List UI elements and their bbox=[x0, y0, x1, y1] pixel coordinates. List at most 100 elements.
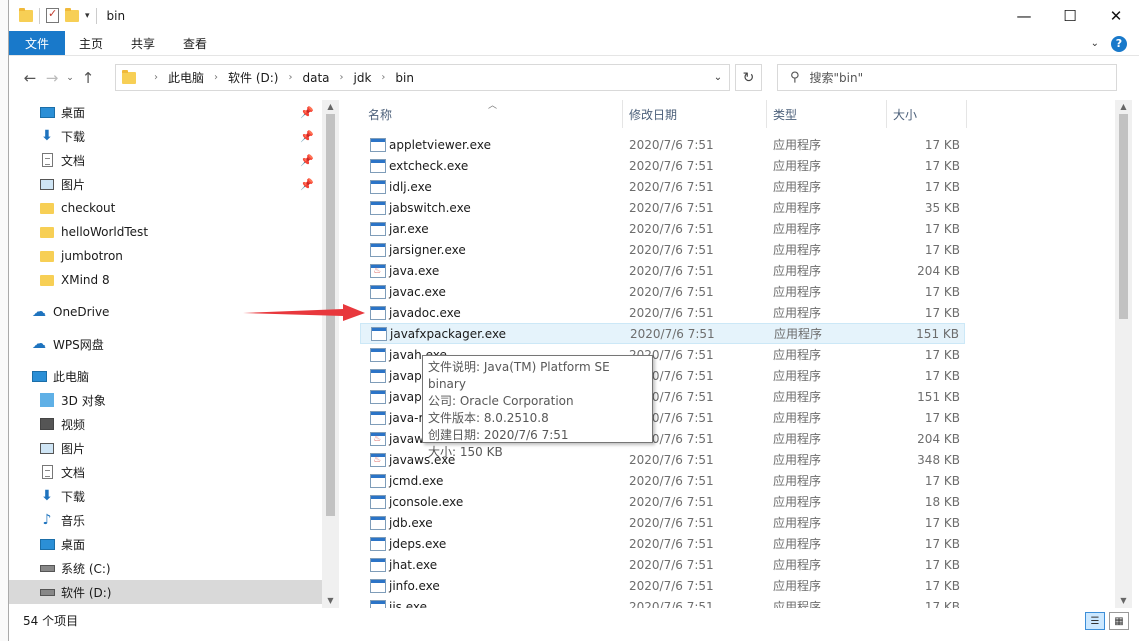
file-type: 应用程序 bbox=[773, 348, 822, 362]
executable-icon bbox=[370, 578, 386, 593]
download-icon: ⬇ bbox=[41, 488, 53, 504]
file-date: 2020/7/6 7:51 bbox=[629, 179, 714, 194]
sidebar-item-music[interactable]: ♪ 音乐 bbox=[9, 508, 322, 532]
sidebar-item-downloads[interactable]: ⬇ 下载 📌 bbox=[9, 124, 322, 148]
file-row[interactable]: jhat.exe 2020/7/6 7:51 应用程序 17 KB bbox=[360, 554, 965, 575]
address-dropdown-icon[interactable]: ⌄ bbox=[707, 65, 729, 90]
column-header-date[interactable]: 修改日期 bbox=[629, 100, 677, 128]
sidebar-item-3d-objects[interactable]: 3D 对象 bbox=[9, 388, 322, 412]
file-date: 2020/7/6 7:51 bbox=[629, 536, 714, 551]
sidebar-item-xmind[interactable]: XMind 8 bbox=[9, 268, 322, 292]
tab-file[interactable]: 文件 bbox=[9, 31, 66, 55]
breadcrumb-separator-icon[interactable]: › bbox=[154, 72, 158, 83]
file-row[interactable]: jcmd.exe 2020/7/6 7:51 应用程序 17 KB bbox=[360, 470, 965, 491]
file-date: 2020/7/6 7:51 bbox=[629, 221, 714, 236]
sidebar-item-downloads-pc[interactable]: ⬇ 下载 bbox=[9, 484, 322, 508]
customize-toolbar-icon[interactable]: ▾ bbox=[85, 11, 90, 21]
file-row[interactable]: java.exe 2020/7/6 7:51 应用程序 204 KB bbox=[360, 260, 965, 281]
expand-ribbon-icon[interactable]: ⌄ bbox=[1091, 38, 1099, 49]
up-arrow-icon[interactable]: ↑ bbox=[77, 69, 99, 87]
sidebar-scrollbar[interactable]: ▲ ▼ bbox=[322, 100, 339, 608]
recent-locations-icon[interactable]: ⌄ bbox=[63, 73, 77, 83]
file-type: 应用程序 bbox=[773, 159, 822, 173]
file-row[interactable]: jar.exe 2020/7/6 7:51 应用程序 17 KB bbox=[360, 218, 965, 239]
sidebar-item-jumbotron[interactable]: jumbotron bbox=[9, 244, 322, 268]
new-folder-icon[interactable] bbox=[65, 7, 79, 22]
sidebar-item-desktop[interactable]: 桌面 📌 bbox=[9, 100, 322, 124]
address-bar[interactable]: › 此电脑 › 软件 (D:) › data › jdk › bin ⌄ bbox=[115, 64, 730, 91]
sidebar-item-pictures[interactable]: 图片 📌 bbox=[9, 172, 322, 196]
file-name: javac.exe bbox=[389, 284, 446, 299]
sidebar-item-checkout[interactable]: checkout bbox=[9, 196, 322, 220]
file-name: extcheck.exe bbox=[389, 158, 469, 173]
file-row[interactable]: jabswitch.exe 2020/7/6 7:51 应用程序 35 KB bbox=[360, 197, 965, 218]
tab-view[interactable]: 查看 bbox=[169, 31, 221, 55]
file-row[interactable]: jinfo.exe 2020/7/6 7:51 应用程序 17 KB bbox=[360, 575, 965, 596]
file-row[interactable]: idlj.exe 2020/7/6 7:51 应用程序 17 KB bbox=[360, 176, 965, 197]
details-view-button[interactable]: ☰ bbox=[1085, 612, 1105, 630]
sidebar-item-drive-d[interactable]: 软件 (D:) bbox=[9, 580, 322, 604]
scroll-down-icon[interactable]: ▼ bbox=[1115, 594, 1132, 608]
close-button[interactable]: ✕ bbox=[1093, 0, 1139, 31]
minimize-button[interactable]: — bbox=[1001, 0, 1047, 31]
forward-arrow-icon[interactable]: → bbox=[41, 69, 63, 87]
file-size: 348 KB bbox=[917, 452, 960, 467]
breadcrumb-separator-icon[interactable]: › bbox=[381, 72, 385, 83]
file-list-scrollbar[interactable]: ▲ ▼ bbox=[1115, 100, 1132, 608]
file-size: 17 KB bbox=[924, 221, 960, 236]
file-row[interactable]: javac.exe 2020/7/6 7:51 应用程序 17 KB bbox=[360, 281, 965, 302]
tab-home[interactable]: 主页 bbox=[65, 31, 117, 55]
file-row[interactable]: javafxpackager.exe 2020/7/6 7:51 应用程序 151 K… bbox=[360, 323, 965, 344]
column-header-type[interactable]: 类型 bbox=[773, 100, 797, 128]
sidebar-item-pictures-pc[interactable]: 图片 bbox=[9, 436, 322, 460]
help-icon[interactable]: ? bbox=[1111, 35, 1127, 52]
sidebar-item-documents[interactable]: 文档 📌 bbox=[9, 148, 322, 172]
file-row[interactable]: jarsigner.exe 2020/7/6 7:51 应用程序 17 KB bbox=[360, 239, 965, 260]
properties-icon[interactable] bbox=[46, 7, 59, 23]
file-row[interactable]: extcheck.exe 2020/7/6 7:51 应用程序 17 KB bbox=[360, 155, 965, 176]
breadcrumb-data[interactable]: data bbox=[302, 71, 329, 85]
column-header-name[interactable]: 名称 bbox=[368, 100, 392, 128]
column-header-size[interactable]: 大小 bbox=[893, 100, 917, 128]
refresh-button[interactable]: ↻ bbox=[735, 64, 762, 91]
file-row[interactable]: appletviewer.exe 2020/7/6 7:51 应用程序 17 KB bbox=[360, 134, 965, 155]
breadcrumb-this-pc[interactable]: 此电脑 bbox=[168, 69, 204, 86]
file-date: 2020/7/6 7:51 bbox=[629, 263, 714, 278]
back-arrow-icon[interactable]: ← bbox=[19, 69, 41, 87]
breadcrumb-drive-d[interactable]: 软件 (D:) bbox=[228, 69, 278, 86]
sidebar-item-this-pc[interactable]: 此电脑 bbox=[9, 364, 322, 388]
tab-share[interactable]: 共享 bbox=[117, 31, 169, 55]
breadcrumb-separator-icon[interactable]: › bbox=[340, 72, 344, 83]
file-row[interactable]: javadoc.exe 2020/7/6 7:51 应用程序 17 KB bbox=[360, 302, 965, 323]
folder-icon bbox=[19, 7, 33, 22]
scroll-down-icon[interactable]: ▼ bbox=[322, 594, 339, 608]
sidebar-item-documents-pc[interactable]: 文档 bbox=[9, 460, 322, 484]
file-type: 应用程序 bbox=[773, 201, 822, 215]
file-type: 应用程序 bbox=[773, 306, 822, 320]
file-date: 2020/7/6 7:51 bbox=[629, 515, 714, 530]
file-list-scroll-thumb[interactable] bbox=[1119, 114, 1128, 319]
breadcrumb-separator-icon[interactable]: › bbox=[288, 72, 292, 83]
file-name: appletviewer.exe bbox=[389, 137, 491, 152]
scroll-up-icon[interactable]: ▲ bbox=[1115, 100, 1132, 114]
file-type: 应用程序 bbox=[773, 180, 822, 194]
maximize-button[interactable]: ☐ bbox=[1047, 0, 1093, 31]
pin-icon: 📌 bbox=[300, 153, 314, 167]
sidebar-item-wps-cloud[interactable]: ☁ WPS网盘 bbox=[9, 332, 322, 356]
file-row[interactable]: jjs.exe 2020/7/6 7:51 应用程序 17 KB bbox=[360, 596, 965, 608]
large-icons-view-button[interactable]: ▦ bbox=[1109, 612, 1129, 630]
breadcrumb-bin[interactable]: bin bbox=[395, 71, 414, 85]
sidebar-item-videos[interactable]: 视频 bbox=[9, 412, 322, 436]
file-date: 2020/7/6 7:51 bbox=[629, 599, 714, 609]
sidebar-item-desktop-pc[interactable]: 桌面 bbox=[9, 532, 322, 556]
file-row[interactable]: jdeps.exe 2020/7/6 7:51 应用程序 17 KB bbox=[360, 533, 965, 554]
search-input[interactable]: ⚲ 搜索"bin" bbox=[777, 64, 1117, 91]
breadcrumb-separator-icon[interactable]: › bbox=[214, 72, 218, 83]
file-row[interactable]: jdb.exe 2020/7/6 7:51 应用程序 17 KB bbox=[360, 512, 965, 533]
sidebar-item-helloworldtest[interactable]: helloWorldTest bbox=[9, 220, 322, 244]
file-row[interactable]: jconsole.exe 2020/7/6 7:51 应用程序 18 KB bbox=[360, 491, 965, 512]
file-size: 17 KB bbox=[924, 557, 960, 572]
breadcrumb-jdk[interactable]: jdk bbox=[354, 71, 372, 85]
scroll-up-icon[interactable]: ▲ bbox=[322, 100, 339, 114]
sidebar-item-drive-c[interactable]: 系统 (C:) bbox=[9, 556, 322, 580]
